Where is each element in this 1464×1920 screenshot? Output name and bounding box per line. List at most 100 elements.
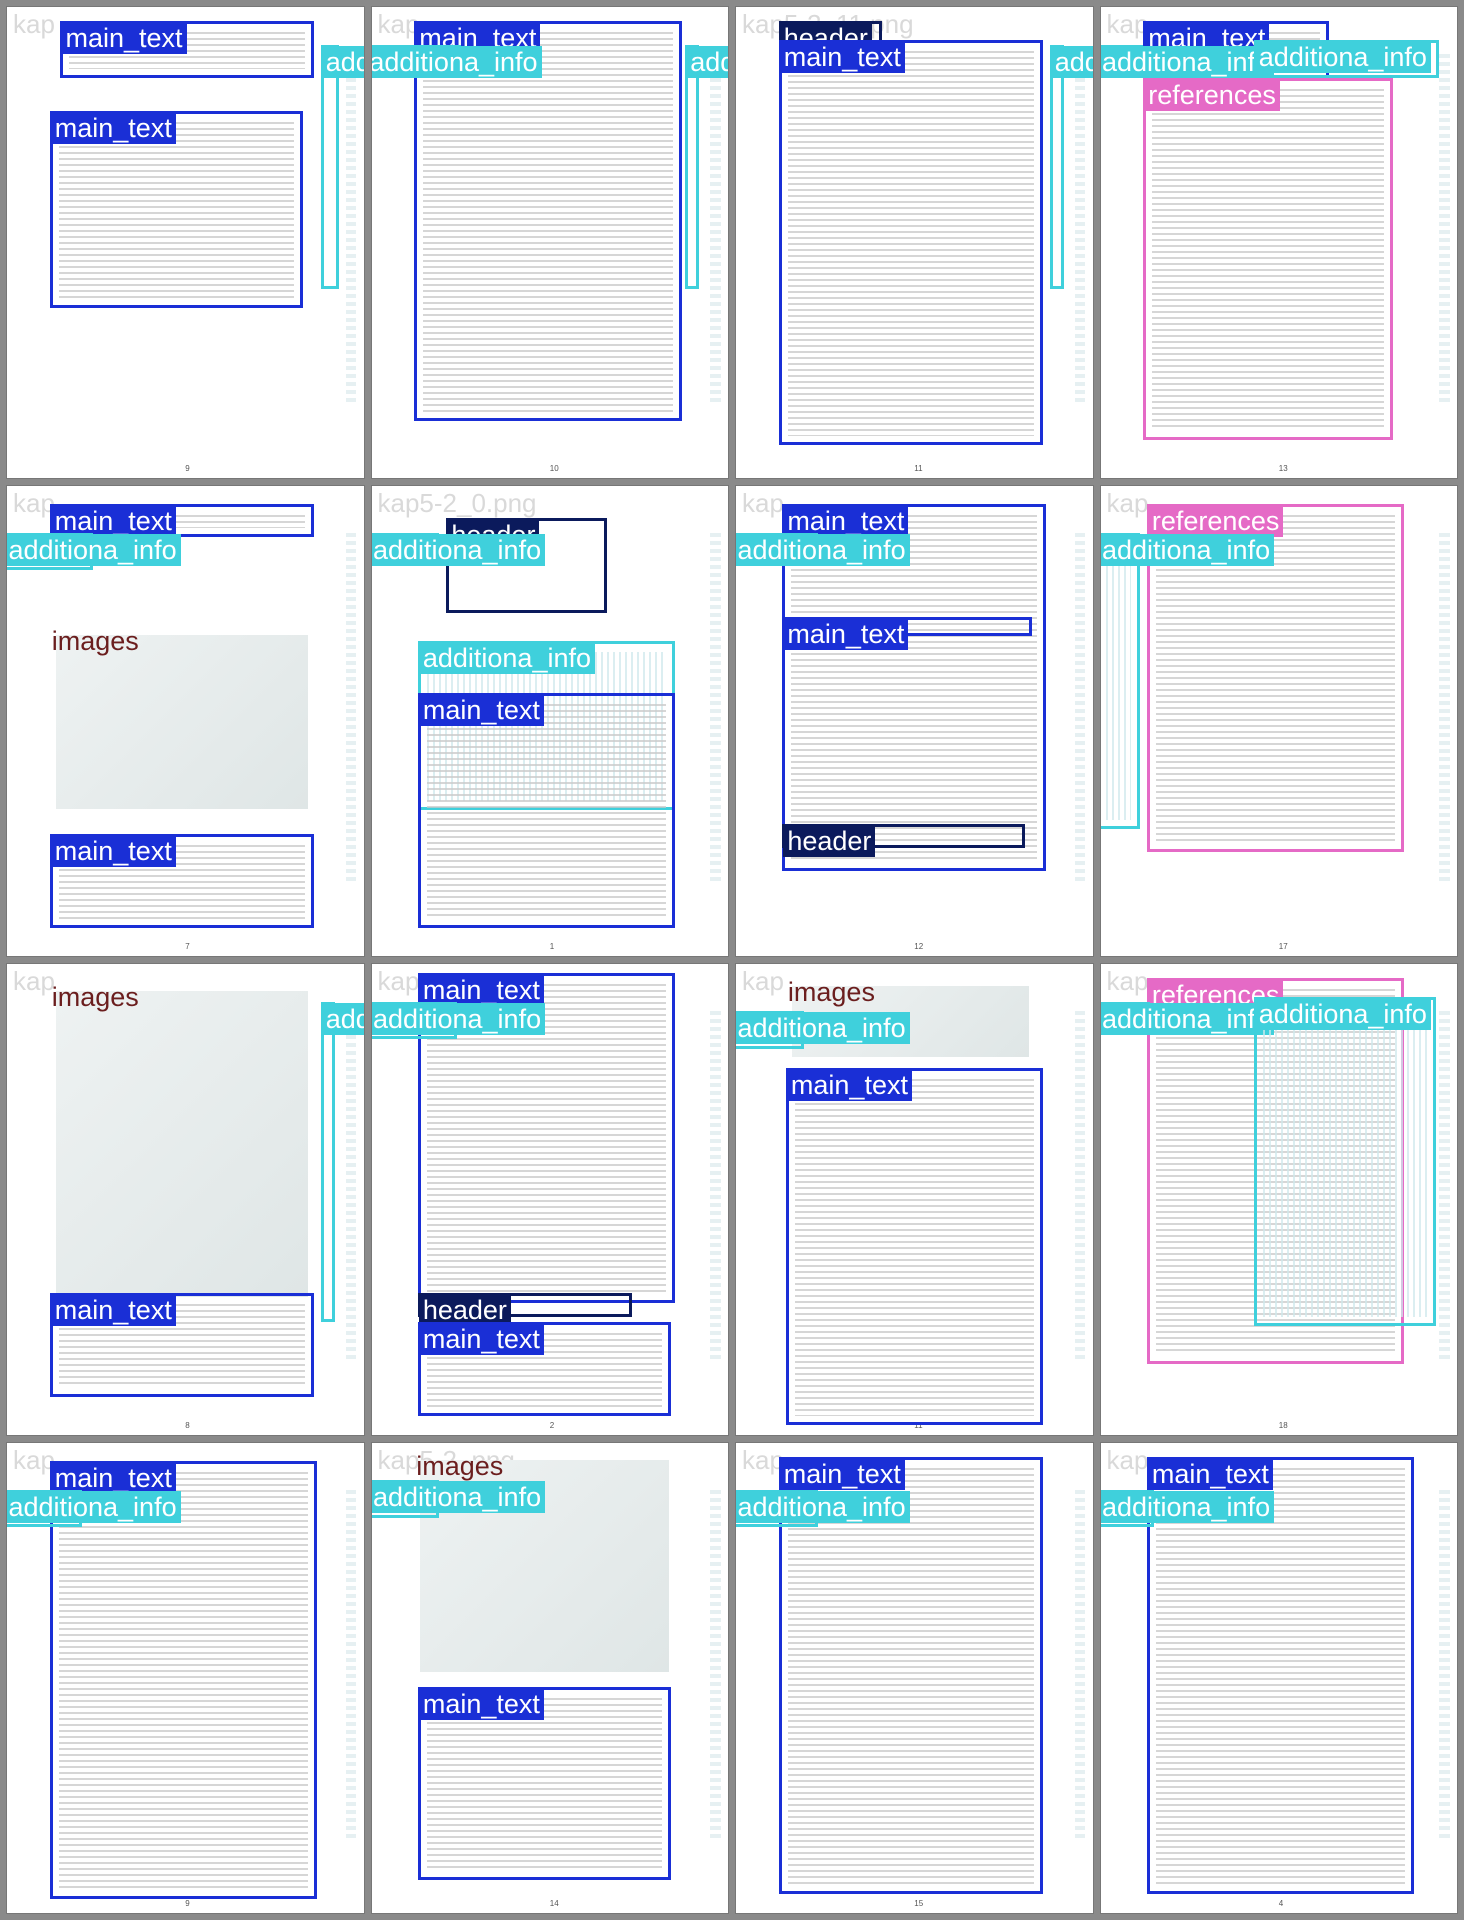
margin-strip bbox=[1439, 54, 1450, 403]
margin-strip bbox=[1439, 532, 1450, 881]
region-label: additiona_info bbox=[371, 533, 546, 566]
region-main-text[interactable]: main_text bbox=[60, 21, 314, 78]
region-content bbox=[791, 515, 1038, 863]
tile-filename: kap bbox=[13, 9, 55, 39]
region-additional-info[interactable]: additiona_info bbox=[1100, 532, 1275, 829]
page-tile: kap 17 references additiona_info bbox=[1099, 484, 1458, 957]
region-references[interactable]: references bbox=[1143, 77, 1393, 440]
margin-strip bbox=[710, 54, 721, 403]
margin-strip bbox=[345, 54, 357, 403]
region-content bbox=[55, 990, 308, 1297]
region-additional-info[interactable]: additiona_info bbox=[735, 532, 910, 566]
region-label: additiona_info bbox=[371, 45, 542, 78]
region-additional-info[interactable]: additiona_info bbox=[371, 1001, 546, 1040]
region-label: additiona_info bbox=[1254, 40, 1431, 73]
region-additional-info[interactable]: additiona_info bbox=[1100, 1489, 1275, 1528]
page-tile: kap 9 main_text main_text additiona_info bbox=[6, 6, 365, 479]
margin-strip bbox=[1074, 1011, 1086, 1360]
region-main-text[interactable]: main_text bbox=[49, 1293, 314, 1397]
region-header[interactable]: header bbox=[417, 1293, 632, 1327]
region-content bbox=[787, 50, 1034, 436]
region-label: additiona_info bbox=[1100, 1002, 1275, 1035]
region-main-text[interactable]: main_text bbox=[417, 1687, 671, 1881]
region-content bbox=[423, 32, 673, 413]
region-content bbox=[55, 634, 308, 809]
region-label: additiona_info bbox=[1100, 533, 1275, 566]
region-main-text[interactable]: main_text bbox=[778, 39, 1043, 445]
region-label: main_text bbox=[786, 1068, 912, 1101]
region-header[interactable]: header bbox=[782, 824, 1025, 858]
page-number: 14 bbox=[549, 1899, 559, 1909]
margin-strip bbox=[710, 532, 721, 881]
region-content bbox=[426, 1698, 662, 1872]
region-images[interactable]: images bbox=[50, 982, 314, 1303]
margin-strip bbox=[345, 1011, 357, 1360]
region-images[interactable]: images bbox=[50, 625, 314, 815]
region-label: additiona_info bbox=[321, 45, 364, 78]
region-content bbox=[794, 1078, 1034, 1417]
page-tile: kap 12 main_text additiona_info main_text hea… bbox=[735, 484, 1094, 957]
region-main-text[interactable]: main_text bbox=[49, 833, 314, 928]
page-number: 2 bbox=[549, 1420, 555, 1430]
region-main-text[interactable]: main_text bbox=[49, 1461, 318, 1899]
tile-filename: kap bbox=[13, 487, 55, 518]
tile-filename: kap5-2_0.png bbox=[377, 487, 537, 518]
region-additional-info[interactable]: additiona_info bbox=[1100, 1001, 1275, 1035]
tile-filename: kap bbox=[377, 9, 420, 39]
region-main-text[interactable]: main_text bbox=[417, 1321, 671, 1416]
region-additional-info[interactable]: additiona_info bbox=[1253, 39, 1440, 78]
tile-filename: kap bbox=[742, 487, 784, 518]
annotated-page-grid: kap9main_textmain_textadditiona_infokap1… bbox=[0, 0, 1464, 1920]
region-label: main_text bbox=[779, 1457, 905, 1490]
region-content bbox=[787, 1467, 1034, 1886]
tile-filename: kap bbox=[742, 1444, 784, 1475]
page-number: 12 bbox=[914, 942, 924, 952]
page-tile: kap5-2_11.png11headermain_textadditiona_… bbox=[735, 6, 1094, 479]
region-additional-info[interactable]: additiona_info bbox=[320, 44, 364, 290]
region-additional-info[interactable]: additiona_info bbox=[371, 532, 546, 566]
page-number: 13 bbox=[1278, 463, 1288, 473]
region-content bbox=[1155, 1467, 1406, 1886]
region-main-text[interactable]: main_text bbox=[49, 110, 303, 309]
region-additional-info[interactable]: additiona_info bbox=[685, 44, 729, 290]
region-additional-info[interactable]: additiona_info bbox=[1100, 44, 1275, 78]
page-tile: kap5-2_0.png1headeradditiona_infoadditio… bbox=[370, 484, 729, 957]
page-tile: kap 10 main_textadditiona_info additiona_in… bbox=[370, 6, 729, 479]
page-tile: kap 4 main_text additiona_info bbox=[1099, 1441, 1458, 1914]
region-label: main_text bbox=[418, 1322, 544, 1355]
region-additional-info[interactable]: additiona_info bbox=[1049, 44, 1093, 290]
page-number: 9 bbox=[185, 1899, 190, 1909]
tile-filename: kap bbox=[1106, 487, 1149, 518]
region-additional-info[interactable]: additiona_info bbox=[735, 1011, 910, 1049]
region-additional-info[interactable]: additiona_info bbox=[371, 1480, 546, 1518]
tile-filename: kap bbox=[13, 1444, 55, 1475]
region-label: additiona_info bbox=[686, 45, 729, 78]
region-additional-info[interactable]: additiona_info bbox=[371, 44, 542, 78]
region-additional-info[interactable]: additiona_info bbox=[735, 1489, 910, 1528]
margin-strip bbox=[1439, 1489, 1450, 1838]
region-label: additiona_info bbox=[6, 533, 181, 566]
region-label: main_text bbox=[783, 618, 909, 651]
region-additional-info[interactable]: additiona_info bbox=[320, 1001, 364, 1322]
region-label: additiona_info bbox=[321, 1002, 364, 1035]
tile-filename: kap bbox=[1106, 1444, 1149, 1475]
page-number: 18 bbox=[1278, 1420, 1288, 1430]
region-label: additiona_info bbox=[371, 1002, 546, 1035]
region-label: main_text bbox=[50, 834, 176, 867]
region-label: additiona_info bbox=[1100, 1490, 1275, 1523]
region-additional-info[interactable]: additiona_info bbox=[6, 1489, 181, 1528]
margin-strip bbox=[710, 1011, 721, 1360]
region-additional-info[interactable]: additiona_info bbox=[1253, 996, 1436, 1327]
region-main-text[interactable]: main_text bbox=[414, 21, 682, 422]
region-content bbox=[1152, 88, 1384, 431]
region-main-text[interactable]: main_text bbox=[782, 617, 1032, 651]
region-content bbox=[1262, 1007, 1427, 1318]
region-additional-info[interactable]: additiona_info bbox=[6, 532, 181, 571]
region-label: images bbox=[51, 625, 139, 656]
region-label: main_text bbox=[418, 1688, 544, 1721]
page-tile: kap 11 images additiona_info main_text bbox=[735, 963, 1094, 1436]
region-main-text[interactable]: main_text bbox=[785, 1067, 1043, 1426]
region-main-text[interactable]: main_text bbox=[417, 692, 675, 928]
margin-strip bbox=[1074, 1489, 1086, 1838]
page-tile: kap8imagesmain_textadditiona_info bbox=[6, 963, 365, 1436]
